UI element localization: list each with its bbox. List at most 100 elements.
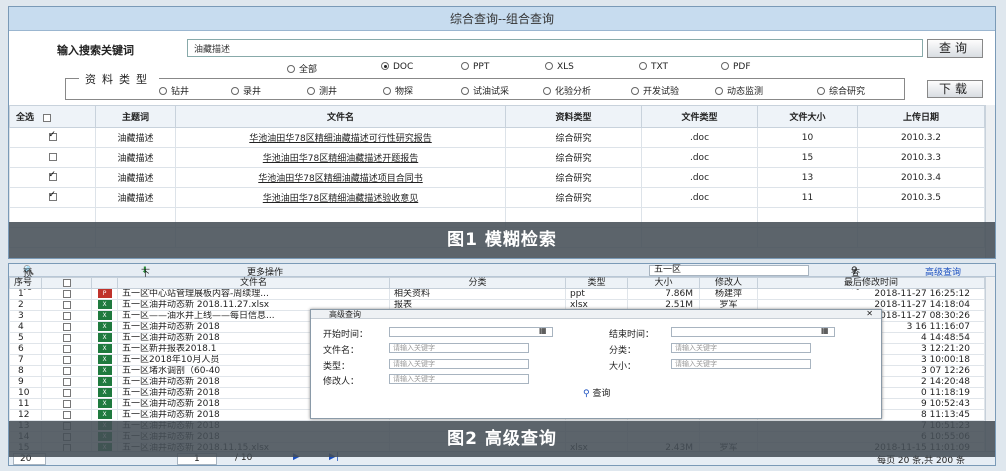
cell-index: 8: [9, 365, 42, 377]
row-checkbox-cell[interactable]: [41, 376, 92, 388]
category-welllog[interactable]: 测井: [307, 84, 337, 97]
row-checkbox[interactable]: [62, 388, 71, 397]
row-checkbox[interactable]: [62, 322, 71, 331]
row-checkbox-cell[interactable]: [9, 147, 96, 168]
row-checkbox[interactable]: [48, 170, 57, 181]
category-label: 分类：: [609, 346, 637, 356]
radio-pdf[interactable]: PDF: [721, 62, 751, 72]
radio-ppt[interactable]: PPT: [461, 62, 489, 72]
file-link[interactable]: 华池油田华78区精细油藏描述开题报告: [175, 147, 506, 168]
category-label: 资料类型: [79, 71, 159, 87]
calendar-icon[interactable]: ▦: [821, 326, 829, 335]
calendar-icon[interactable]: ▦: [539, 326, 547, 335]
row-checkbox[interactable]: [62, 410, 71, 419]
cell-size: 7.86M: [627, 288, 700, 300]
table-row: 油藏描述 华池油田华78区精细油藏描述项目合同书 综合研究 .doc 13 20…: [9, 167, 985, 188]
radio-txt[interactable]: TXT: [639, 62, 668, 72]
row-checkbox[interactable]: [62, 289, 71, 298]
row-checkbox[interactable]: [62, 355, 71, 364]
keyword-input[interactable]: 油藏描述: [187, 39, 923, 57]
category-lab[interactable]: 化验分析: [543, 84, 591, 97]
col-upload-date: 上传日期: [857, 105, 985, 128]
row-checkbox-cell[interactable]: [9, 167, 96, 188]
row-checkbox-cell[interactable]: [41, 321, 92, 333]
row-checkbox-cell[interactable]: [41, 409, 92, 421]
row-checkbox[interactable]: [48, 130, 57, 141]
size-input[interactable]: 请输入关键字: [671, 359, 811, 369]
col-datatype: 资料类型: [505, 105, 642, 128]
radio-xls[interactable]: XLS: [545, 62, 574, 72]
dialog-search-button[interactable]: ⚲ 查询: [583, 386, 610, 399]
cell-size: 15: [757, 147, 858, 168]
cell-index: 10: [9, 387, 42, 399]
search-button[interactable]: 查询: [927, 39, 983, 58]
category-drilling[interactable]: 钻井: [159, 84, 189, 97]
cell-filename[interactable]: 五一区中心站管理展板内容-周续理...: [117, 288, 390, 300]
cell-index: 2: [9, 299, 42, 311]
row-checkbox-cell[interactable]: [41, 354, 92, 366]
row-checkbox[interactable]: [62, 366, 71, 375]
row-checkbox-cell[interactable]: [41, 365, 92, 377]
cell-topic: 油藏描述: [95, 187, 176, 208]
category-devtest[interactable]: 开发试验: [631, 84, 679, 97]
radio-all[interactable]: 全部: [287, 62, 317, 75]
file-link[interactable]: 华池油田华78区精细油藏描述验收意见: [175, 187, 506, 208]
category-input[interactable]: 请输入关键字: [671, 343, 811, 353]
col-type: 类型: [565, 277, 628, 289]
radio-dot-icon: [461, 62, 469, 70]
row-checkbox[interactable]: [48, 190, 57, 201]
row-checkbox-cell[interactable]: [9, 127, 96, 148]
category-mudlog[interactable]: 录井: [231, 84, 261, 97]
type-input[interactable]: 请输入关键字: [389, 359, 529, 369]
filename-input[interactable]: 请输入关键字: [389, 343, 529, 353]
row-checkbox-cell[interactable]: [41, 288, 92, 300]
select-all-checkbox[interactable]: [62, 278, 71, 287]
table-row: 油藏描述 华池油田华78区精细油藏描述开题报告 综合研究 .doc 15 201…: [9, 147, 985, 168]
cell-datatype: 综合研究: [505, 147, 642, 168]
cell-icon: P: [91, 288, 118, 300]
radio-doc[interactable]: DOC: [381, 62, 413, 72]
row-checkbox[interactable]: [62, 333, 71, 342]
close-icon[interactable]: ✕: [866, 309, 873, 318]
modifier-input[interactable]: 请输入关键字: [389, 374, 529, 384]
select-all-header[interactable]: 全选: [9, 105, 96, 128]
cell-size: 13: [757, 167, 858, 188]
file-link[interactable]: 华池油田华78区精细油藏描述可行性研究报告: [175, 127, 506, 148]
category-research[interactable]: 综合研究: [817, 84, 865, 97]
row-checkbox-cell[interactable]: [41, 343, 92, 355]
row-checkbox[interactable]: [62, 311, 71, 320]
col-check[interactable]: [41, 277, 92, 289]
row-checkbox[interactable]: [62, 300, 71, 309]
radio-dot-icon: [721, 62, 729, 70]
row-checkbox-cell[interactable]: [9, 187, 96, 208]
end-time-input[interactable]: [671, 327, 835, 337]
table-row[interactable]: 1 P 五一区中心站管理展板内容-周续理... 相关资料 ppt 7.86M 杨建萍 2018…: [9, 288, 985, 300]
download-button[interactable]: 下载: [927, 80, 983, 98]
folder-field[interactable]: 五一区: [649, 265, 809, 276]
radio-dot-icon: [545, 62, 553, 70]
row-checkbox[interactable]: [62, 399, 71, 408]
radio-dot-icon: [287, 65, 295, 73]
row-checkbox-cell[interactable]: [41, 310, 92, 322]
category-welltest[interactable]: 试油试采: [461, 84, 509, 97]
cell-icon: X: [91, 343, 118, 355]
excel-file-icon: X: [97, 333, 112, 342]
cell-time: 2018-11-27 16:25:12: [757, 288, 985, 300]
category-geophysics[interactable]: 物探: [383, 84, 413, 97]
start-time-input[interactable]: [389, 327, 553, 337]
category-monitor[interactable]: 动态监测: [715, 84, 763, 97]
col-filename: 文件名: [117, 277, 390, 289]
row-checkbox-cell[interactable]: [41, 398, 92, 410]
row-checkbox-cell[interactable]: [41, 299, 92, 311]
select-all-checkbox[interactable]: [43, 113, 52, 122]
row-checkbox-cell[interactable]: [41, 332, 92, 344]
row-checkbox[interactable]: [48, 153, 57, 161]
cell-datatype: 综合研究: [505, 187, 642, 208]
file-link[interactable]: 华池油田华78区精细油藏描述项目合同书: [175, 167, 506, 188]
figure-caption-2: 图2 高级查询: [9, 421, 995, 457]
row-checkbox[interactable]: [62, 377, 71, 386]
row-checkbox[interactable]: [62, 344, 71, 353]
row-checkbox-cell[interactable]: [41, 387, 92, 399]
excel-file-icon: X: [97, 388, 112, 397]
ppt-file-icon: P: [97, 289, 112, 298]
